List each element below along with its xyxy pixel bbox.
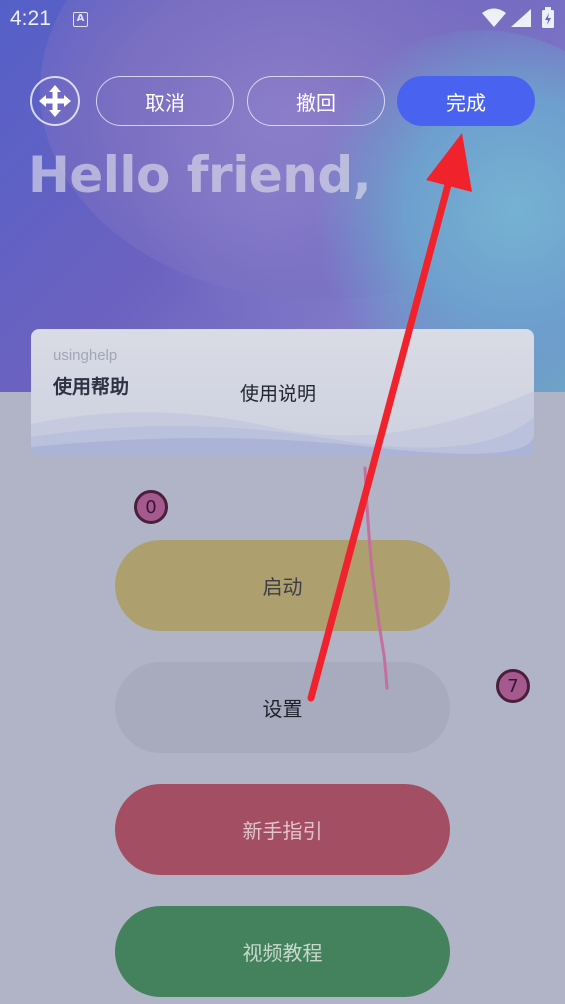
signal-icon <box>511 9 531 27</box>
move-button[interactable] <box>30 76 80 126</box>
status-time: 4:21 <box>10 7 51 30</box>
cancel-button[interactable]: 取消 <box>96 76 234 126</box>
help-card-title: 使用帮助 <box>53 376 130 398</box>
keyboard-indicator-icon: A <box>73 12 88 27</box>
done-button[interactable]: 完成 <box>397 76 535 126</box>
battery-icon <box>542 7 554 28</box>
step-badge[interactable]: 0 <box>134 490 168 524</box>
step-badge[interactable]: 7 <box>496 669 530 703</box>
status-bar: 4:21 A <box>0 0 565 40</box>
wifi-icon <box>482 8 506 27</box>
beginner-guide-button[interactable]: 新手指引 <box>115 784 450 875</box>
move-arrows-icon <box>39 85 71 117</box>
help-instructions-link[interactable]: 使用说明 <box>240 379 316 406</box>
greeting-title: Hello friend, <box>28 146 372 204</box>
settings-button[interactable]: 设置 <box>115 662 450 753</box>
video-tutorial-button[interactable]: 视频教程 <box>115 906 450 997</box>
help-card[interactable]: usinghelp 使用帮助 使用说明 <box>31 329 534 455</box>
help-card-subtitle: usinghelp <box>53 347 118 364</box>
start-button[interactable]: 启动 <box>115 540 450 631</box>
undo-button[interactable]: 撤回 <box>247 76 385 126</box>
